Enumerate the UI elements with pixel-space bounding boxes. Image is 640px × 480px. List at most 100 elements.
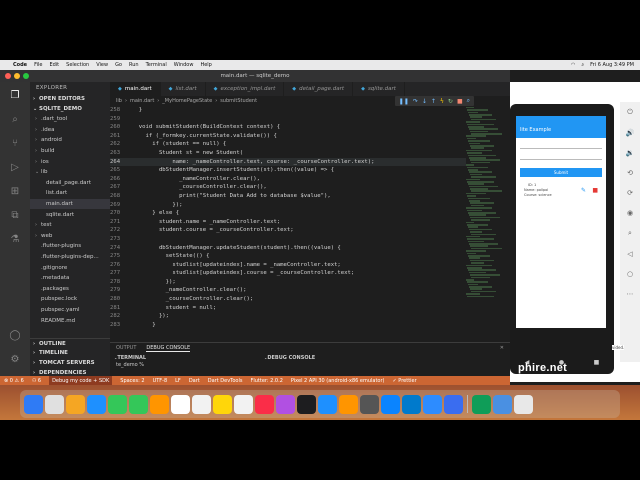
explorer-item[interactable]: .flutter-plugins-dep... <box>30 252 110 263</box>
pages-icon[interactable] <box>339 394 358 414</box>
list-item[interactable]: ID: 1 Name: pollpol Course: science ✎ ■ <box>520 183 602 199</box>
recents-icon[interactable]: ■ <box>594 359 600 366</box>
problems-indicator[interactable]: ⊗ 0 ⚠ 6 <box>4 378 24 384</box>
debug-config[interactable]: Debug my code + SDK <box>49 376 113 385</box>
menubar-app[interactable]: Code <box>13 62 27 68</box>
breadcrumb-item[interactable]: lib <box>116 98 122 104</box>
outline-section[interactable]: › OUTLINE <box>30 338 110 348</box>
explorer-item[interactable]: .flutter-plugins <box>30 241 110 252</box>
trash-icon[interactable] <box>514 394 533 414</box>
editor-tab[interactable]: ◆ sqlite.dart <box>353 82 405 96</box>
hot-reload-icon[interactable]: ϟ <box>440 98 444 105</box>
device-selector[interactable]: Pixel 2 API 30 (android-x86 emulator) <box>291 378 385 384</box>
home-icon[interactable]: ○ <box>627 270 633 278</box>
terminal-header[interactable]: ⌄ TERMINAL <box>110 353 260 362</box>
music-icon[interactable] <box>255 394 274 414</box>
messages-icon[interactable] <box>129 394 148 414</box>
menu-edit[interactable]: Edit <box>49 62 59 68</box>
reminders-icon[interactable] <box>192 394 211 414</box>
code-line[interactable]: 267 _courseController.clear(), <box>110 183 470 192</box>
safari-icon[interactable] <box>381 394 400 414</box>
code-line[interactable]: 266 _nameController.clear(), <box>110 175 470 184</box>
step-over-icon[interactable]: ↷ <box>413 98 418 105</box>
code-line[interactable]: 263 Student st = new Student( <box>110 149 470 158</box>
code-line[interactable]: 275 setState(() { <box>110 252 470 261</box>
calendar-icon[interactable] <box>171 394 190 414</box>
code-line[interactable]: 283 } <box>110 321 470 330</box>
explorer-item[interactable]: sqlite.dart <box>30 209 110 220</box>
explorer-item[interactable]: .packages <box>30 284 110 295</box>
code-line[interactable]: 262 if (student == null) { <box>110 140 470 149</box>
code-line[interactable]: 269 }); <box>110 201 470 210</box>
explorer-item[interactable]: › ios <box>30 156 110 167</box>
code-line[interactable]: 264 name: _nameController.text, course: … <box>110 157 470 167</box>
stop-icon[interactable]: ■ <box>457 98 463 105</box>
code-line[interactable]: 282 }); <box>110 312 470 321</box>
timeline-section[interactable]: › TIMELINE <box>30 348 110 358</box>
explorer-item[interactable]: pubspec.yaml <box>30 305 110 316</box>
app-store-icon[interactable] <box>318 394 337 414</box>
gear-icon[interactable]: ⚙ <box>8 352 22 366</box>
breadcrumb-item[interactable]: _MyHomePageState <box>162 98 212 104</box>
explorer-item[interactable]: › build <box>30 146 110 157</box>
volume-down-icon[interactable]: 🔉 <box>626 149 635 157</box>
menu-file[interactable]: File <box>34 62 42 68</box>
explorer-item[interactable]: › test <box>30 220 110 231</box>
language-mode[interactable]: Dart <box>189 378 200 384</box>
explorer-item[interactable]: › web <box>30 231 110 242</box>
photos-icon[interactable] <box>66 394 85 414</box>
zoom-window-button[interactable] <box>23 73 29 79</box>
menu-help[interactable]: Help <box>200 62 211 68</box>
step-out-icon[interactable]: ↑ <box>431 98 436 105</box>
explorer-item[interactable]: › .dart_tool <box>30 114 110 125</box>
testing-icon[interactable]: ⚗ <box>8 232 22 246</box>
code-line[interactable]: 280 _courseController.clear(); <box>110 295 470 304</box>
explorer-item[interactable]: pubspec.lock <box>30 294 110 305</box>
code-line[interactable]: 268 print("Student Data Add to database … <box>110 192 470 201</box>
zoom-icon[interactable]: ⌕ <box>628 229 632 238</box>
code-line[interactable]: 274 dbStudentManager.updateStudent(stude… <box>110 244 470 253</box>
code-line[interactable]: 272 student.course = _courseController.t… <box>110 226 470 235</box>
rotate-right-icon[interactable]: ⟳ <box>627 189 633 197</box>
terminal-icon[interactable] <box>472 394 491 414</box>
tab-debug-console[interactable]: DEBUG CONSOLE <box>146 345 191 352</box>
editor-tab[interactable]: ◆ exception_impl.dart <box>206 82 285 96</box>
explorer-item[interactable]: › .idea <box>30 125 110 136</box>
code-line[interactable]: 259 <box>110 115 470 124</box>
step-into-icon[interactable]: ↓ <box>422 98 427 105</box>
code-line[interactable]: 277 studlist[updateindex].course = _cour… <box>110 269 470 278</box>
explorer-item[interactable]: .gitignore <box>30 262 110 273</box>
debug-console-header[interactable]: ⌄ DEBUG CONSOLE <box>260 353 460 362</box>
apple-tv-icon[interactable] <box>297 394 316 414</box>
podcasts-icon[interactable] <box>276 394 295 414</box>
encoding-setting[interactable]: UTF-8 <box>153 378 168 384</box>
finder-icon[interactable] <box>24 394 43 414</box>
code-line[interactable]: 258 } <box>110 106 470 115</box>
run-debug-icon[interactable]: ▷ <box>8 160 22 174</box>
code-line[interactable]: 278 }); <box>110 278 470 287</box>
indent-setting[interactable]: Spaces: 2 <box>120 378 144 384</box>
code-line[interactable]: 281 student = null; <box>110 304 470 313</box>
extensions-icon[interactable]: ⊞ <box>8 184 22 198</box>
system-preferences-icon[interactable] <box>360 394 379 414</box>
editor-tab[interactable]: ◆ list.dart <box>161 82 206 96</box>
course-field[interactable] <box>520 159 602 160</box>
pause-icon[interactable]: ❚❚ <box>399 98 409 105</box>
close-panel-icon[interactable]: ✕ <box>500 345 504 351</box>
launchpad-icon[interactable] <box>45 394 64 414</box>
notes-icon[interactable] <box>213 394 232 414</box>
wifi-icon[interactable]: ◠ <box>571 62 575 68</box>
news-icon[interactable] <box>234 394 253 414</box>
explorer-item[interactable]: › android <box>30 135 110 146</box>
breadcrumb-item[interactable]: main.dart <box>130 98 154 104</box>
android-studio-icon[interactable] <box>444 394 463 414</box>
editor-tab[interactable]: ◆ detail_page.dart <box>284 82 354 96</box>
zoom-icon[interactable] <box>423 394 442 414</box>
devtools-link[interactable]: Dart DevTools <box>208 378 243 384</box>
camera-icon[interactable]: ◉ <box>627 209 633 217</box>
explorer-item[interactable]: list.dart <box>30 188 110 199</box>
prettier-status[interactable]: ✓ Prettier <box>393 378 417 384</box>
minimize-window-button[interactable] <box>14 73 20 79</box>
back-icon[interactable]: ◁ <box>627 250 632 258</box>
close-window-button[interactable] <box>5 73 11 79</box>
